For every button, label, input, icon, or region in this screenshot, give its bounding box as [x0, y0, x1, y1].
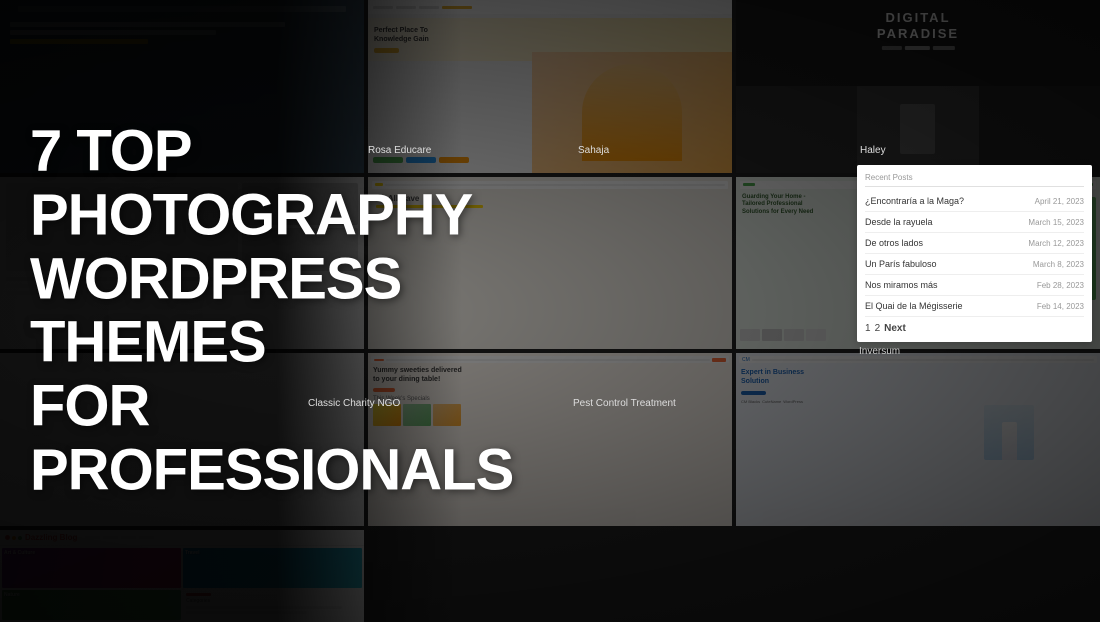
inversum-item-3: De otros lados March 12, 2023 [865, 233, 1084, 254]
inversum-title-1: ¿Encontraría a la Maga? [865, 196, 1035, 206]
headline-text: 7 TOP PHOTOGRAPHY WORDPRESS THEMES FOR P… [30, 120, 450, 503]
inversum-item-4: Un París fabuloso March 8, 2023 [865, 254, 1084, 275]
inversum-date-1: April 21, 2023 [1035, 197, 1084, 206]
inversum-date-3: March 12, 2023 [1028, 239, 1084, 248]
thumb-cm-enterprises: CM Expert in BusinessSolution CM BlacksC… [736, 353, 1100, 526]
inversum-title-4: Un París fabuloso [865, 259, 1033, 269]
thumb-sahaja: DIGITALPARADISE [736, 0, 1100, 173]
headline-line-1: 7 TOP [30, 119, 192, 184]
inversum-item-5: Nos miramos más Feb 28, 2023 [865, 275, 1084, 296]
inversum-date-5: Feb 28, 2023 [1037, 281, 1084, 290]
inversum-title-2: Desde la rayuela [865, 217, 1028, 227]
dazzling-logo: Dazzling Blog [25, 533, 77, 542]
pagination-next[interactable]: Next [884, 323, 906, 334]
headline-line-4: FOR PROFESSIONALS [30, 374, 513, 503]
headline-line-2: PHOTOGRAPHY [30, 182, 472, 247]
inversum-date-2: March 15, 2023 [1028, 218, 1084, 227]
inversum-item-6: El Quai de la Mégisserie Feb 14, 2023 [865, 296, 1084, 317]
headline-line-3: WORDPRESS THEMES [30, 246, 401, 375]
headline-container: 7 TOP PHOTOGRAPHY WORDPRESS THEMES FOR P… [30, 120, 450, 503]
inversum-title-3: De otros lados [865, 238, 1028, 248]
inversum-item-1: ¿Encontraría a la Maga? April 21, 2023 [865, 191, 1084, 212]
thumb-dazzling-blog: Dazzling Blog Art & Culture Travel Natur… [0, 530, 364, 622]
inversum-title-6: El Quai de la Mégisserie [865, 301, 1037, 311]
inversum-title-5: Nos miramos más [865, 280, 1037, 290]
inversum-theme-label: Inversum [857, 346, 1092, 357]
inversum-pagination: 1 2 Next [865, 323, 1084, 334]
pagination-page-2[interactable]: 2 [875, 323, 881, 334]
inversum-panel: Recent Posts ¿Encontraría a la Maga? Apr… [857, 165, 1092, 357]
inversum-section-label: Recent Posts [865, 173, 913, 182]
inversum-date-4: March 8, 2023 [1033, 260, 1084, 269]
pagination-page-1[interactable]: 1 [865, 323, 871, 334]
inversum-item-2: Desde la rayuela March 15, 2023 [865, 212, 1084, 233]
inversum-date-6: Feb 14, 2023 [1037, 302, 1084, 311]
